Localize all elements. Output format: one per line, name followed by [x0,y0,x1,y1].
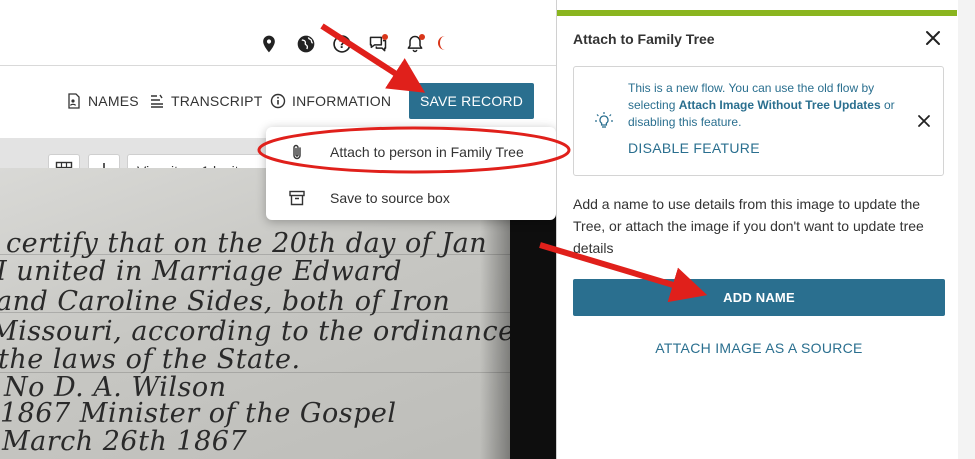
screen: ? NAMES TRANSCRIPT INFORMATION SAVE RECO… [0,0,975,459]
handwritten-line: and Caroline Sides, both of Iron [0,286,451,317]
panel-accent-bar [557,10,957,16]
chat-icon[interactable] [366,32,390,56]
add-name-button[interactable]: ADD NAME [573,279,945,316]
avatar[interactable] [438,36,448,50]
handwritten-line: the laws of the State. [0,344,301,375]
attach-to-person-menu-item[interactable]: Attach to person in Family Tree [266,133,556,171]
information-button[interactable]: INFORMATION [270,93,391,109]
top-nav: ? [0,0,556,66]
notice-text: This is a new flow. You can use the old … [628,80,898,131]
paperclip-icon [293,144,301,160]
disable-feature-link[interactable]: DISABLE FEATURE [628,140,760,156]
chat-notification-dot [382,34,388,40]
main-area: ? NAMES TRANSCRIPT INFORMATION SAVE RECO… [0,0,556,459]
new-flow-notice: This is a new flow. You can use the old … [573,66,944,176]
attach-to-person-label: Attach to person in Family Tree [330,144,524,160]
handwritten-line: I united in Marriage Edward [0,256,402,287]
information-label: INFORMATION [292,93,392,109]
bell-notification-dot [419,34,425,40]
panel-description: Add a name to use details from this imag… [573,196,924,256]
handwritten-line: March 26th 1867 [2,426,248,457]
close-icon[interactable] [916,113,932,129]
bell-icon[interactable] [403,32,427,56]
names-button[interactable]: NAMES [66,93,139,109]
info-icon [270,93,286,109]
svg-text:?: ? [339,38,345,51]
save-to-source-box-label: Save to source box [330,190,450,206]
transcript-button[interactable]: TRANSCRIPT [149,93,262,109]
names-icon [68,93,80,109]
attach-image-as-source-link[interactable]: ATTACH IMAGE AS A SOURCE [573,340,945,356]
scrollbar[interactable] [958,0,975,459]
save-to-source-box-menu-item[interactable]: Save to source box [266,179,556,217]
globe-icon[interactable] [294,32,318,56]
handwritten-line: 1867 Minister of the Gospel [0,398,397,429]
names-label: NAMES [88,93,139,109]
attach-panel: Attach to Family Tree This is a new flow… [556,0,975,459]
handwritten-line: Missouri, according to the ordinance [0,316,510,347]
help-icon[interactable]: ? [330,32,354,56]
save-record-menu: Attach to person in Family Tree Save to … [266,127,556,220]
save-record-button[interactable]: SAVE RECORD [409,83,534,119]
location-icon[interactable] [257,32,281,56]
close-icon[interactable] [923,28,943,48]
archive-box-icon [289,190,305,206]
transcript-label: TRANSCRIPT [171,93,263,109]
transcript-icon [151,94,163,108]
lightbulb-icon [595,112,613,128]
handwritten-line: certify that on the 20th day of Jan [6,228,488,259]
notice-text-bold: Attach Image Without Tree Updates [678,98,881,112]
panel-title: Attach to Family Tree [573,31,715,47]
